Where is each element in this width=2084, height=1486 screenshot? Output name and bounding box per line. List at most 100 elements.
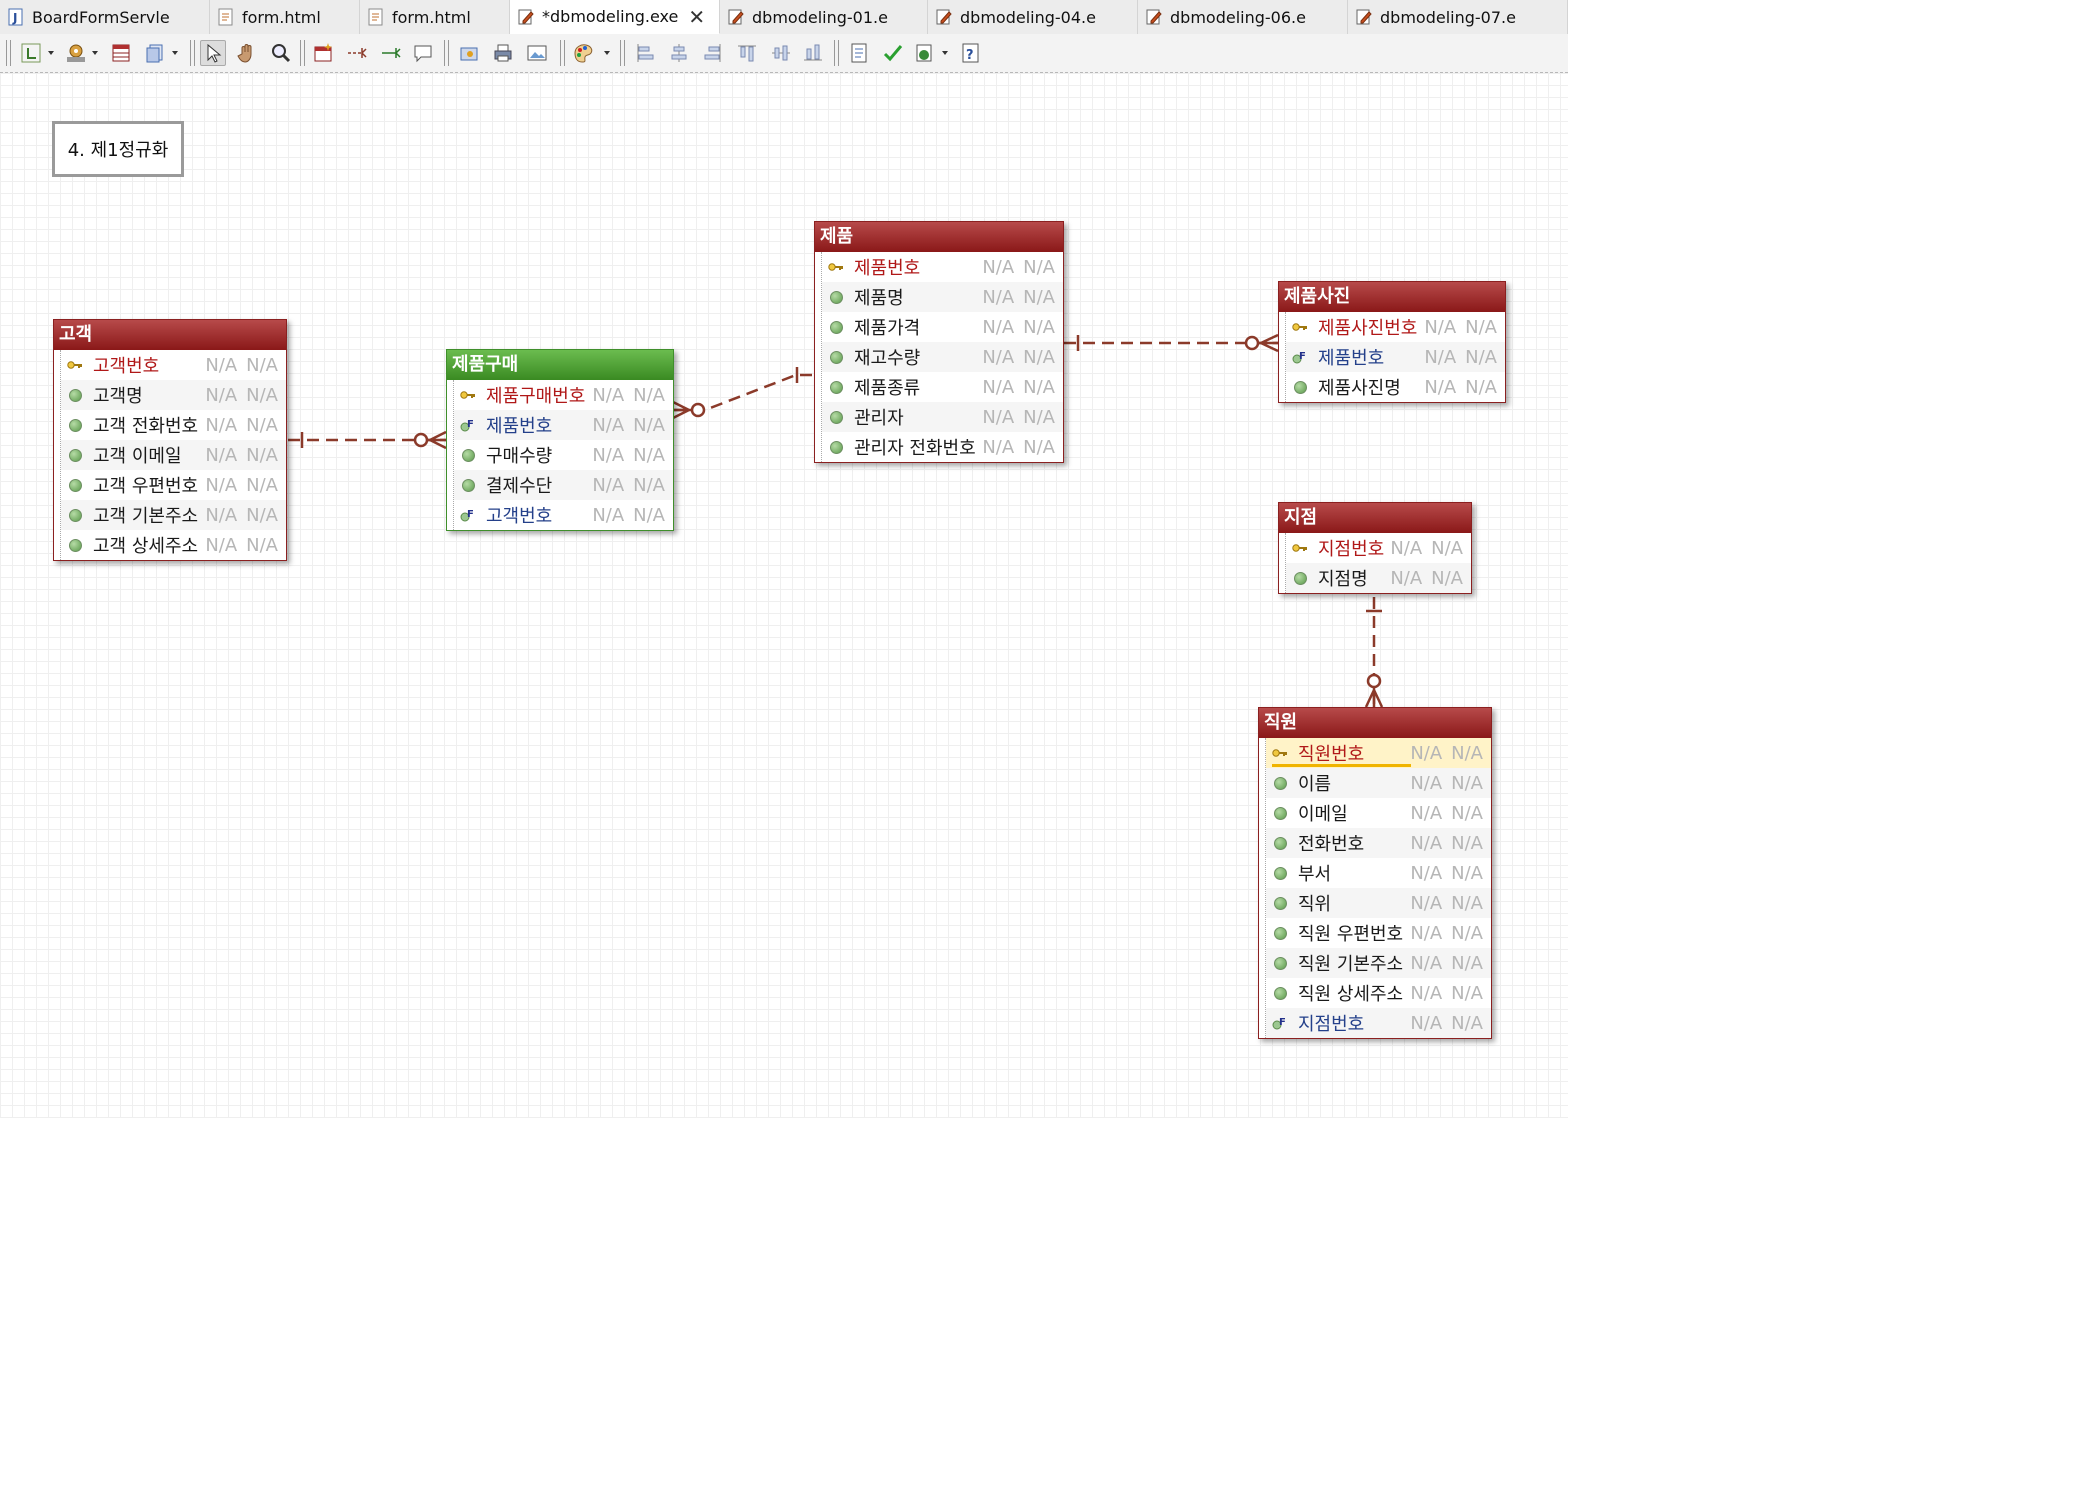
validate-icon[interactable] bbox=[880, 40, 906, 66]
attribute-row[interactable]: 고객 우편번호 N/A N/A bbox=[61, 470, 286, 500]
tab-boardformservle[interactable]: J BoardFormServle bbox=[0, 0, 210, 34]
entity-purchase[interactable]: 제품구매 제품구매번호 N/A N/A F 제품번호 N/A N/A 구매수량 N/A N/A 결제수… bbox=[446, 349, 674, 531]
align-right-icon[interactable] bbox=[700, 40, 726, 66]
foreign-key-row[interactable]: F 제품번호 N/A N/A bbox=[454, 410, 673, 440]
attribute-row[interactable]: 제품종류 N/A N/A bbox=[822, 372, 1063, 402]
attribute-row[interactable]: 이름 N/A N/A bbox=[1266, 768, 1491, 798]
settings-icon[interactable] bbox=[62, 40, 102, 66]
foreign-key-row[interactable]: F 지점번호 N/A N/A bbox=[1266, 1008, 1491, 1038]
zoom-icon[interactable] bbox=[268, 40, 294, 66]
attribute-row[interactable]: 고객명 N/A N/A bbox=[61, 380, 286, 410]
attribute-name: 직원 우편번호 bbox=[1298, 924, 1404, 945]
relation-dashed-icon[interactable] bbox=[344, 40, 370, 66]
attribute-row[interactable]: 관리자 N/A N/A bbox=[822, 402, 1063, 432]
entity-product[interactable]: 제품 제품번호 N/A N/A 제품명 N/A N/A 제품가격 N/A N/A 재고수량 N/A N/… bbox=[814, 221, 1064, 463]
image-icon[interactable] bbox=[524, 40, 550, 66]
attribute-name: 제품사진명 bbox=[1318, 378, 1401, 399]
primary-key-row[interactable]: 제품번호 N/A N/A bbox=[822, 252, 1063, 282]
align-bottom-icon[interactable] bbox=[800, 40, 826, 66]
align-left-icon[interactable] bbox=[632, 40, 658, 66]
attribute-row[interactable]: 이메일 N/A N/A bbox=[1266, 798, 1491, 828]
attribute-extra: N/A bbox=[246, 384, 278, 406]
attribute-name: 부서 bbox=[1298, 864, 1332, 885]
entity-branch[interactable]: 지점 지점번호 N/A N/A 지점명 N/A N/A bbox=[1278, 502, 1472, 594]
table-icon[interactable] bbox=[108, 40, 134, 66]
foreign-key-row[interactable]: F 고객번호 N/A N/A bbox=[454, 500, 673, 530]
attribute-row[interactable]: 고객 이메일 N/A N/A bbox=[61, 440, 286, 470]
copy-icon[interactable] bbox=[142, 40, 182, 66]
entity-employee[interactable]: 직원 직원번호 N/A N/A 이름 N/A N/A 이메일 N/A N/A 전화번호 N/A N/A 부… bbox=[1258, 707, 1492, 1039]
attribute-icon bbox=[1293, 571, 1307, 585]
primary-key-row[interactable]: 제품구매번호 N/A N/A bbox=[454, 380, 673, 410]
color-palette-icon[interactable] bbox=[570, 40, 614, 66]
attribute-extra: N/A bbox=[1023, 346, 1055, 368]
tab-form-html-1[interactable]: form.html bbox=[210, 0, 360, 34]
attribute-row[interactable]: 제품명 N/A N/A bbox=[822, 282, 1063, 312]
tab-dbmodeling-01[interactable]: dbmodeling-01.e bbox=[720, 0, 928, 34]
svg-text:F: F bbox=[467, 419, 474, 430]
entity-product-photo[interactable]: 제품사진 제품사진번호 N/A N/A F 제품번호 N/A N/A 제품사진명 N/A N/A bbox=[1278, 281, 1506, 403]
hand-icon[interactable] bbox=[234, 40, 260, 66]
relation-solid-icon[interactable] bbox=[378, 40, 404, 66]
attribute-row[interactable]: 직원 기본주소 N/A N/A bbox=[1266, 948, 1491, 978]
align-middle-icon[interactable] bbox=[768, 40, 794, 66]
primary-key-row[interactable]: 지점번호 N/A N/A bbox=[1286, 533, 1471, 563]
attribute-row[interactable]: 직위 N/A N/A bbox=[1266, 888, 1491, 918]
attribute-row[interactable]: 제품사진명 N/A N/A bbox=[1286, 372, 1505, 402]
new-table-icon[interactable] bbox=[310, 40, 336, 66]
attribute-row[interactable]: 재고수량 N/A N/A bbox=[822, 342, 1063, 372]
attribute-row[interactable]: 부서 N/A N/A bbox=[1266, 858, 1491, 888]
primary-key-row[interactable]: 고객번호 N/A N/A bbox=[61, 350, 286, 380]
attribute-type: N/A bbox=[205, 474, 238, 496]
foreign-key-row[interactable]: F 제품번호 N/A N/A bbox=[1286, 342, 1505, 372]
tab-dbmodeling-exe[interactable]: *dbmodeling.exe ✕ bbox=[510, 0, 720, 34]
attribute-row[interactable]: 관리자 전화번호 N/A N/A bbox=[822, 432, 1063, 462]
attribute-icon bbox=[828, 380, 844, 394]
tab-dbmodeling-07[interactable]: dbmodeling-07.e bbox=[1348, 0, 1568, 34]
attribute-type: N/A bbox=[1424, 346, 1457, 368]
attribute-row[interactable]: 고객 기본주소 N/A N/A bbox=[61, 500, 286, 530]
attribute-icon bbox=[829, 440, 843, 454]
properties-icon[interactable] bbox=[846, 40, 872, 66]
attribute-row[interactable]: 고객 상세주소 N/A N/A bbox=[61, 530, 286, 560]
align-center-icon[interactable] bbox=[666, 40, 692, 66]
attribute-icon bbox=[828, 350, 844, 364]
key-icon bbox=[1292, 541, 1308, 555]
generate-icon[interactable] bbox=[912, 40, 952, 66]
attribute-extra: N/A bbox=[1431, 537, 1463, 559]
primary-key-row[interactable]: 직원번호 N/A N/A bbox=[1266, 738, 1491, 768]
primary-key-row[interactable]: 제품사진번호 N/A N/A bbox=[1286, 312, 1505, 342]
attribute-icon bbox=[1273, 776, 1287, 790]
print-icon[interactable] bbox=[490, 40, 516, 66]
attribute-row[interactable]: 직원 상세주소 N/A N/A bbox=[1266, 978, 1491, 1008]
attribute-name: 제품종류 bbox=[854, 378, 921, 399]
tab-label: dbmodeling-04.e bbox=[960, 7, 1096, 27]
attribute-row[interactable]: 제품가격 N/A N/A bbox=[822, 312, 1063, 342]
select-arrow-icon[interactable] bbox=[200, 40, 226, 66]
attribute-type: N/A bbox=[1424, 376, 1457, 398]
note-text: 4. 제1정규화 bbox=[67, 140, 169, 161]
layout-icon[interactable] bbox=[18, 40, 58, 66]
close-icon[interactable]: ✕ bbox=[688, 5, 705, 29]
attribute-name: 이메일 bbox=[1298, 804, 1348, 825]
attribute-row[interactable]: 구매수량 N/A N/A bbox=[454, 440, 673, 470]
toolbar-separator bbox=[300, 40, 305, 66]
tab-form-html-2[interactable]: form.html bbox=[360, 0, 510, 34]
tab-dbmodeling-04[interactable]: dbmodeling-04.e bbox=[928, 0, 1138, 34]
attribute-extra: N/A bbox=[1023, 316, 1055, 338]
export-image-icon[interactable] bbox=[456, 40, 482, 66]
attribute-row[interactable]: 고객 전화번호 N/A N/A bbox=[61, 410, 286, 440]
diagram-note[interactable]: 4. 제1정규화 bbox=[52, 121, 184, 177]
note-icon[interactable] bbox=[410, 40, 436, 66]
tab-dbmodeling-06[interactable]: dbmodeling-06.e bbox=[1138, 0, 1348, 34]
align-top-icon[interactable] bbox=[734, 40, 760, 66]
help-icon[interactable]: ? bbox=[958, 40, 984, 66]
attribute-row[interactable]: 결제수단 N/A N/A bbox=[454, 470, 673, 500]
entity-attribute-list: 고객번호 N/A N/A 고객명 N/A N/A 고객 전화번호 N/A N/A 고객 이메일 N/… bbox=[60, 350, 286, 560]
attribute-type: N/A bbox=[205, 534, 238, 556]
attribute-row[interactable]: 지점명 N/A N/A bbox=[1286, 563, 1471, 593]
attribute-row[interactable]: 직원 우편번호 N/A N/A bbox=[1266, 918, 1491, 948]
attribute-icon bbox=[1272, 866, 1288, 880]
attribute-row[interactable]: 전화번호 N/A N/A bbox=[1266, 828, 1491, 858]
entity-customer[interactable]: 고객 고객번호 N/A N/A 고객명 N/A N/A 고객 전화번호 N/A N/A 고객 이메일… bbox=[53, 319, 287, 561]
